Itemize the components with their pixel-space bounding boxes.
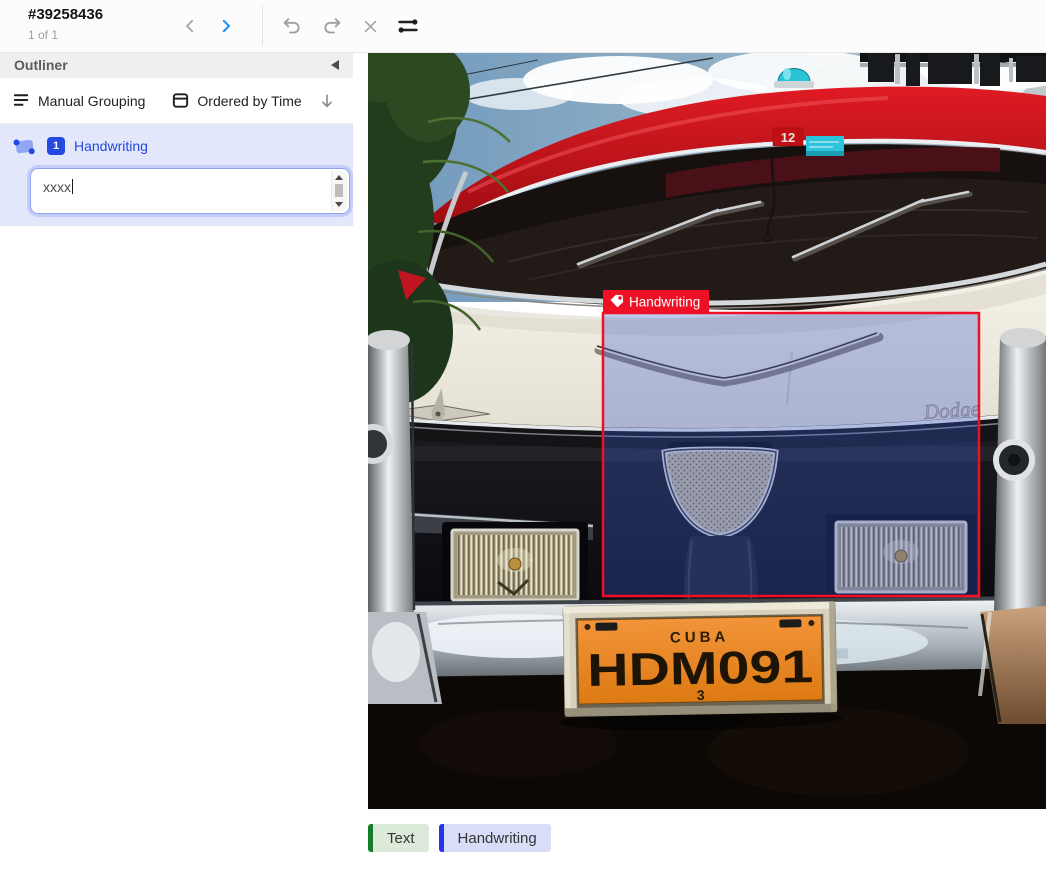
scroll-up-icon[interactable] xyxy=(335,175,343,180)
fog-light-left xyxy=(442,522,588,606)
settings-button[interactable] xyxy=(394,12,422,40)
redo-button[interactable] xyxy=(318,12,346,40)
label-text: Handwriting xyxy=(458,830,537,847)
region-tag[interactable]: Handwriting xyxy=(603,290,709,313)
label-button-handwriting[interactable]: Handwriting xyxy=(439,824,551,852)
outliner-toolbar: Manual Grouping Ordered by Time xyxy=(0,78,353,124)
outliner-panel: Outliner Manual Grouping Ordered by Time xyxy=(0,52,354,873)
label-button-text[interactable]: Text xyxy=(368,824,429,852)
region-label: Handwriting xyxy=(74,138,148,154)
bounding-box-region[interactable]: Handwriting xyxy=(603,290,979,596)
task-id: #39258436 xyxy=(28,6,103,23)
car-photo[interactable]: 12 xyxy=(368,52,1046,809)
label-studio-app: #39258436 1 of 1 xyxy=(0,0,1046,873)
redo-icon xyxy=(321,15,343,37)
task-count: 1 of 1 xyxy=(28,28,58,42)
license-plate: CUBA HDM091 3 xyxy=(557,602,843,733)
undo-icon xyxy=(281,15,303,37)
chevron-right-icon xyxy=(217,17,235,35)
selected-region-block: 1 Handwriting xxxx xyxy=(0,124,353,226)
list-lines-icon xyxy=(12,91,31,110)
region-tag-label: Handwriting xyxy=(629,295,700,310)
prev-task-button[interactable] xyxy=(176,12,204,40)
ordering-mode-label: Ordered by Time xyxy=(197,93,301,109)
collapse-panel-icon[interactable] xyxy=(331,60,339,70)
annotation-workspace: 12 xyxy=(353,52,1046,873)
region-count-badge: 1 xyxy=(47,137,65,155)
close-icon xyxy=(362,18,379,35)
plate-suffix: 3 xyxy=(697,687,705,703)
scroll-thumb[interactable] xyxy=(335,184,343,197)
swap-horizontal-icon xyxy=(396,14,420,38)
region-text-value: xxxx xyxy=(43,179,71,195)
roof-rack xyxy=(860,52,1046,86)
reset-button[interactable] xyxy=(356,12,384,40)
sort-direction-button[interactable] xyxy=(318,92,336,110)
top-toolbar: #39258436 1 of 1 xyxy=(0,0,1046,53)
windshield-sign-12: 12 xyxy=(781,130,795,145)
labels-row: Text Handwriting xyxy=(368,824,551,852)
input-scrollbar[interactable] xyxy=(331,171,347,211)
undo-button[interactable] xyxy=(278,12,306,40)
region-text-input[interactable]: xxxx xyxy=(30,168,350,214)
region-item-handwriting[interactable]: 1 Handwriting xyxy=(0,130,353,162)
next-task-button[interactable] xyxy=(212,12,240,40)
arrow-down-icon xyxy=(318,92,336,110)
image-canvas[interactable]: 12 xyxy=(368,52,1046,809)
text-caret xyxy=(72,179,73,194)
outliner-title: Outliner xyxy=(14,57,68,73)
ordering-mode-button[interactable]: Ordered by Time xyxy=(171,91,301,110)
grouping-mode-label: Manual Grouping xyxy=(38,93,145,109)
toolbar-divider xyxy=(262,6,263,46)
outliner-header: Outliner xyxy=(0,52,353,78)
grouping-mode-button[interactable]: Manual Grouping xyxy=(12,91,145,110)
bbox-region-icon xyxy=(12,136,38,157)
label-text: Text xyxy=(387,830,415,847)
scroll-down-icon[interactable] xyxy=(335,202,343,207)
chevron-left-icon xyxy=(181,17,199,35)
window-card-icon xyxy=(171,91,190,110)
